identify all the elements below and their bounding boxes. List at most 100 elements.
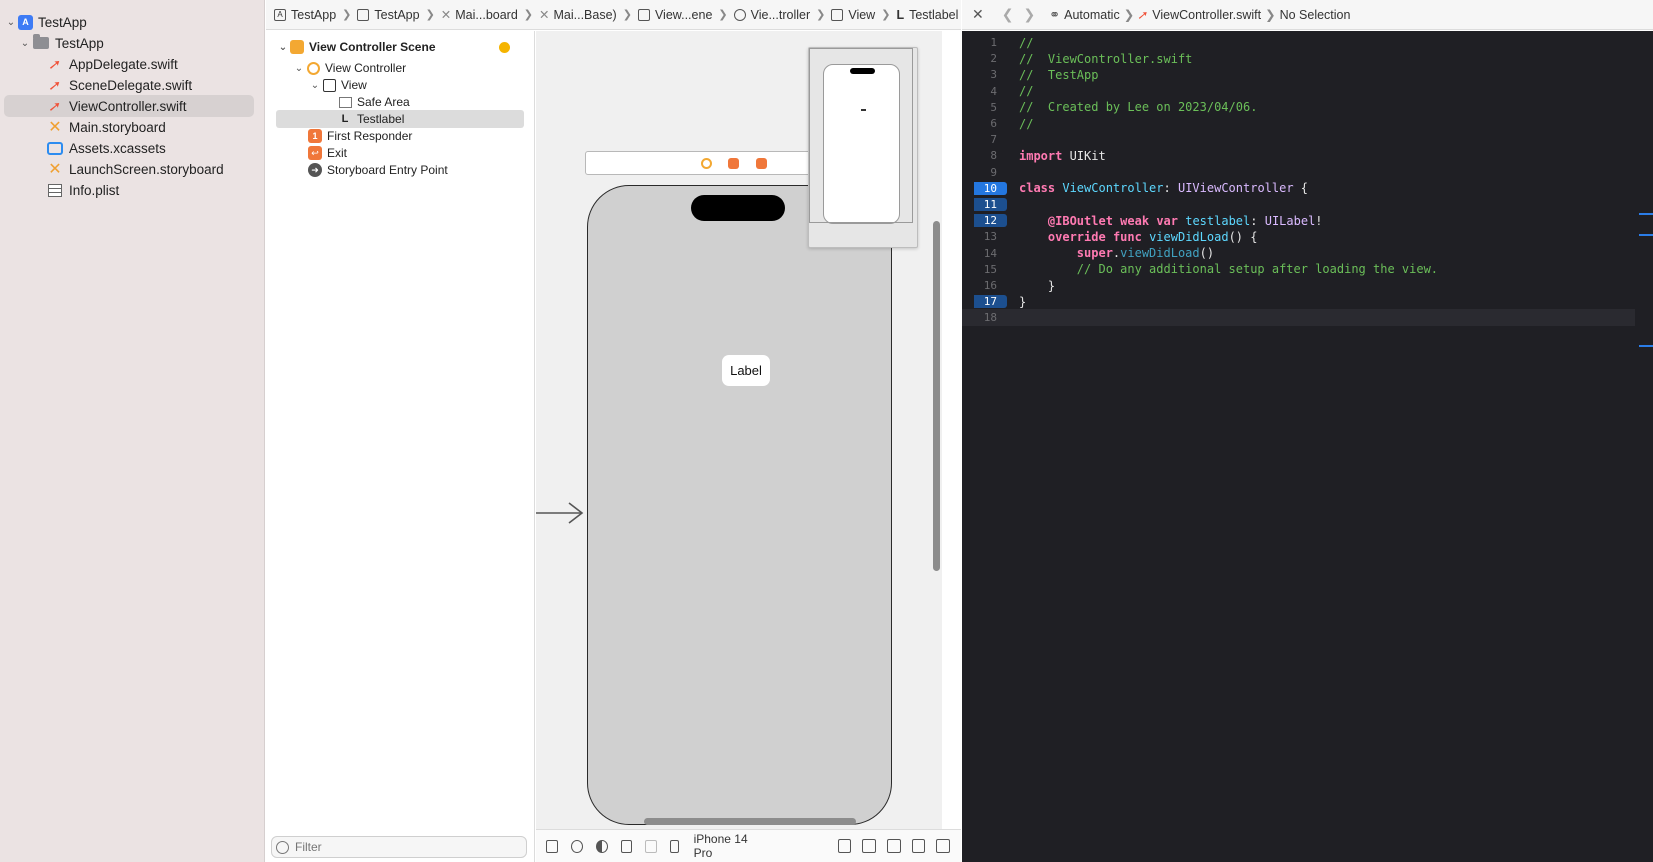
nav-group-row[interactable]: ⌄ TestApp [18, 32, 254, 54]
editor-file-label[interactable]: ViewController.swift [1152, 8, 1261, 22]
disclosure-open-icon[interactable]: ⌄ [292, 63, 306, 74]
outline-filter-field[interactable] [271, 836, 527, 858]
line-number[interactable]: 6 [962, 117, 1007, 130]
add-constraints-icon[interactable] [887, 839, 901, 853]
code-text[interactable]: // [1019, 84, 1033, 98]
entry-point-arrow-icon[interactable] [536, 501, 586, 525]
nav-file-scenedelegate[interactable]: ➚ SceneDelegate.swift [46, 74, 254, 96]
outline-label-row[interactable]: L Testlabel [276, 110, 524, 128]
line-number[interactable]: 8 [962, 149, 1007, 162]
outline-entry-point-row[interactable]: ➜ Storyboard Entry Point [308, 161, 524, 179]
code-text[interactable]: // ViewController.swift [1019, 52, 1192, 66]
breadcrumb-item[interactable]: Vie...troller [733, 8, 810, 22]
close-icon[interactable]: ✕ [972, 6, 984, 23]
vertical-scrollbar[interactable] [933, 221, 940, 571]
first-responder-icon[interactable] [728, 158, 739, 169]
code-text[interactable]: class ViewController: UIViewController { [1019, 181, 1308, 195]
line-number[interactable]: 3 [962, 68, 1007, 81]
line-number[interactable]: 13 [962, 230, 1007, 243]
nav-file-main-storyboard[interactable]: ✕ Main.storyboard [46, 116, 254, 138]
code-line[interactable]: 17} [962, 293, 1635, 310]
nav-project-row[interactable]: ⌄ A TestApp [4, 11, 254, 33]
code-line[interactable]: 6 // [962, 115, 1635, 132]
code-line[interactable]: 10 class ViewController: UIViewController… [962, 180, 1635, 197]
minimap-viewport[interactable] [809, 48, 913, 223]
line-number[interactable]: 1 [962, 36, 1007, 49]
code-line[interactable]: 3 // TestApp [962, 66, 1635, 83]
source-code-editor[interactable]: 1 // 2 // ViewController.swift 3 // TestApp 4 /… [962, 31, 1653, 862]
code-line[interactable]: 16 } [962, 277, 1635, 294]
assistant-mode-label[interactable]: Automatic [1064, 8, 1120, 22]
forward-icon[interactable]: ❯ [1023, 6, 1035, 23]
nav-file-assets[interactable]: Assets.xcassets [46, 137, 254, 159]
embed-in-icon[interactable] [936, 839, 951, 853]
accessibility-icon[interactable] [570, 839, 583, 853]
outline-toggle-icon[interactable] [546, 839, 558, 853]
code-line[interactable]: 12 @IBOutlet weak var testlabel: UILabel… [962, 212, 1635, 229]
code-text[interactable]: override func viewDidLoad() { [1019, 230, 1258, 244]
line-number[interactable]: 4 [962, 85, 1007, 98]
breadcrumb-item[interactable]: ✕ Mai...board [441, 7, 518, 23]
code-line[interactable]: 7 [962, 131, 1635, 148]
breakpoint-line-number[interactable]: 12 [974, 214, 1007, 228]
outline-safe-area-row[interactable]: Safe Area [338, 93, 524, 111]
outline-view-controller-row[interactable]: ⌄ View Controller [292, 59, 524, 77]
code-line[interactable]: 9 [962, 164, 1635, 181]
warning-badge-icon[interactable] [499, 42, 510, 53]
device-icon[interactable] [670, 839, 679, 853]
code-text[interactable]: // TestApp [1019, 68, 1098, 82]
testlabel-label[interactable]: Label [722, 355, 770, 386]
disclosure-open-icon[interactable]: ⌄ [276, 42, 290, 53]
code-text[interactable]: } [1019, 279, 1055, 293]
orientation-icon[interactable] [620, 839, 633, 853]
line-number[interactable]: 18 [962, 311, 1007, 324]
breadcrumb-item[interactable]: View...ene [637, 8, 712, 22]
breadcrumb-item[interactable]: ✕ Mai...Base) [539, 7, 617, 23]
breakpoint-line-number[interactable]: 11 [974, 198, 1007, 211]
outline-filter-input[interactable] [295, 840, 515, 854]
back-icon[interactable]: ❮ [1002, 6, 1014, 23]
breadcrumb-item[interactable]: L Testlabel [896, 8, 958, 22]
line-number[interactable]: 15 [962, 263, 1007, 276]
breakpoint-line-number[interactable]: 17 [974, 295, 1007, 309]
disclosure-open-icon[interactable]: ⌄ [4, 17, 18, 28]
breadcrumb-item[interactable]: A TestApp [274, 8, 336, 22]
nav-file-viewcontroller[interactable]: ➚ ViewController.swift [4, 95, 254, 117]
breakpoint-line-number[interactable]: 10 [974, 181, 1007, 195]
update-frames-icon[interactable] [837, 839, 852, 853]
code-line[interactable]: 15 // Do any additional setup after load… [962, 261, 1635, 278]
canvas-minimap[interactable] [808, 47, 918, 248]
disclosure-open-icon[interactable]: ⌄ [308, 80, 322, 91]
code-line[interactable]: 18 [962, 309, 1635, 327]
code-line[interactable]: 13 override func viewDidLoad() { [962, 228, 1635, 245]
code-text[interactable]: // [1019, 117, 1033, 131]
code-line[interactable]: 2 // ViewController.swift [962, 50, 1635, 67]
line-number[interactable]: 14 [962, 247, 1007, 260]
breadcrumb-item[interactable]: TestApp [357, 8, 420, 22]
nav-file-appdelegate[interactable]: ➚ AppDelegate.swift [46, 53, 254, 75]
line-number[interactable]: 5 [962, 101, 1007, 114]
horizontal-scrollbar[interactable] [644, 818, 856, 825]
code-text[interactable]: // [1019, 36, 1033, 50]
code-text[interactable]: // Do any additional setup after loading… [1019, 262, 1438, 276]
appearance-icon[interactable] [595, 839, 608, 853]
code-text[interactable]: import UIKit [1019, 149, 1106, 163]
code-line[interactable]: 4 // [962, 83, 1635, 100]
outline-exit-row[interactable]: ↩ Exit [308, 144, 524, 162]
code-line[interactable]: 1 // [962, 34, 1635, 51]
line-number[interactable]: 9 [962, 166, 1007, 179]
outline-first-responder-row[interactable]: 1 First Responder [308, 127, 524, 145]
nav-file-launchscreen[interactable]: ✕ LaunchScreen.storyboard [46, 158, 254, 180]
code-line[interactable]: 11 [962, 196, 1635, 213]
editor-minimap[interactable] [1635, 31, 1653, 862]
code-text[interactable]: } [1019, 295, 1026, 309]
align-icon[interactable] [862, 839, 877, 853]
disclosure-open-icon[interactable]: ⌄ [18, 38, 32, 49]
iphone-view-frame[interactable]: Label [587, 185, 892, 825]
resolve-layout-issues-icon[interactable] [911, 839, 926, 853]
code-line[interactable]: 14 super.viewDidLoad() [962, 245, 1635, 262]
code-text[interactable]: @IBOutlet weak var testlabel: UILabel! [1019, 214, 1323, 228]
code-line[interactable]: 5 // Created by Lee on 2023/04/06. [962, 99, 1635, 116]
code-text[interactable]: // Created by Lee on 2023/04/06. [1019, 100, 1257, 114]
line-number[interactable]: 2 [962, 52, 1007, 65]
